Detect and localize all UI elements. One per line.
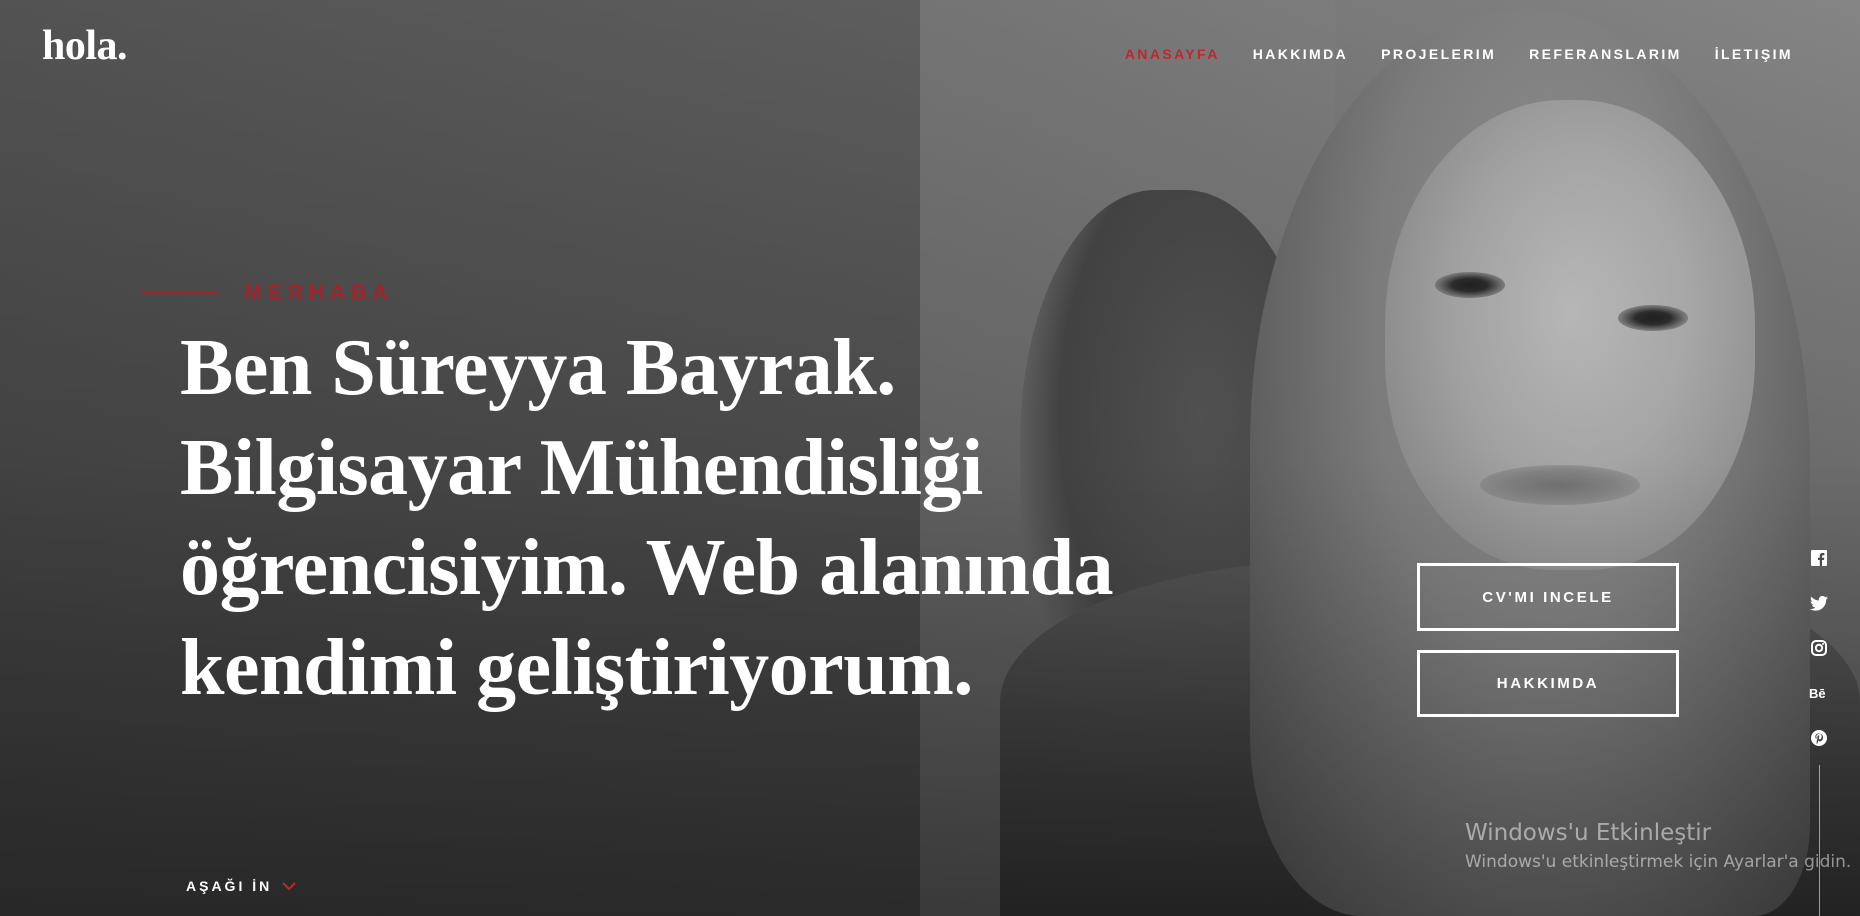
hero-eyebrow: MERHABA <box>142 281 393 305</box>
page: hola. ANASAYFA HAKKIMDA PROJELERIM REFER… <box>0 0 1860 916</box>
chevron-down-icon <box>282 882 296 891</box>
watermark-subtitle: Windows'u etkinleştirmek için Ayarlar'a … <box>1465 852 1852 872</box>
facebook-icon[interactable] <box>1808 546 1830 570</box>
eyebrow-text: MERHABA <box>244 281 394 304</box>
nav-item-anasayfa[interactable]: ANASAYFA <box>1125 46 1220 62</box>
scroll-down-label: AŞAĞI İN <box>186 878 273 894</box>
windows-activation-watermark: Windows'u Etkinleştir Windows'u etkinleş… <box>1465 818 1851 876</box>
headline-line: Bilgisayar Mühendisliği <box>180 424 983 512</box>
nav-item-projelerim[interactable]: PROJELERIM <box>1381 46 1496 62</box>
headline-line: öğrencisiyim. Web alanında <box>180 524 1114 612</box>
twitter-icon[interactable] <box>1808 591 1830 615</box>
headline-line: Ben Süreyya Bayrak. <box>180 324 896 412</box>
hero-headline: Ben Süreyya Bayrak. Bilgisayar Mühendisl… <box>180 318 1280 718</box>
nav-item-hakkimda[interactable]: HAKKIMDA <box>1253 46 1348 62</box>
watermark-title: Windows'u Etkinleştir <box>1465 820 1712 846</box>
social-links: Bē <box>1808 546 1830 750</box>
headline-line: kendimi geliştiriyorum. <box>180 624 973 712</box>
svg-text:Bē: Bē <box>1809 686 1826 700</box>
scroll-down-link[interactable]: AŞAĞI İN <box>186 878 296 894</box>
behance-icon[interactable]: Bē <box>1808 681 1830 705</box>
cv-button[interactable]: CV'MI INCELE <box>1417 563 1679 631</box>
main-nav: ANASAYFA HAKKIMDA PROJELERIM REFERANSLAR… <box>1125 46 1793 62</box>
instagram-icon[interactable] <box>1808 636 1830 660</box>
nav-item-iletisim[interactable]: İLETIŞIM <box>1715 46 1793 62</box>
nav-item-referanslarim[interactable]: REFERANSLARIM <box>1529 46 1682 62</box>
about-button[interactable]: HAKKIMDA <box>1417 650 1679 717</box>
site-logo[interactable]: hola. <box>42 22 128 70</box>
pinterest-icon[interactable] <box>1808 726 1830 750</box>
eyebrow-divider <box>142 292 218 294</box>
